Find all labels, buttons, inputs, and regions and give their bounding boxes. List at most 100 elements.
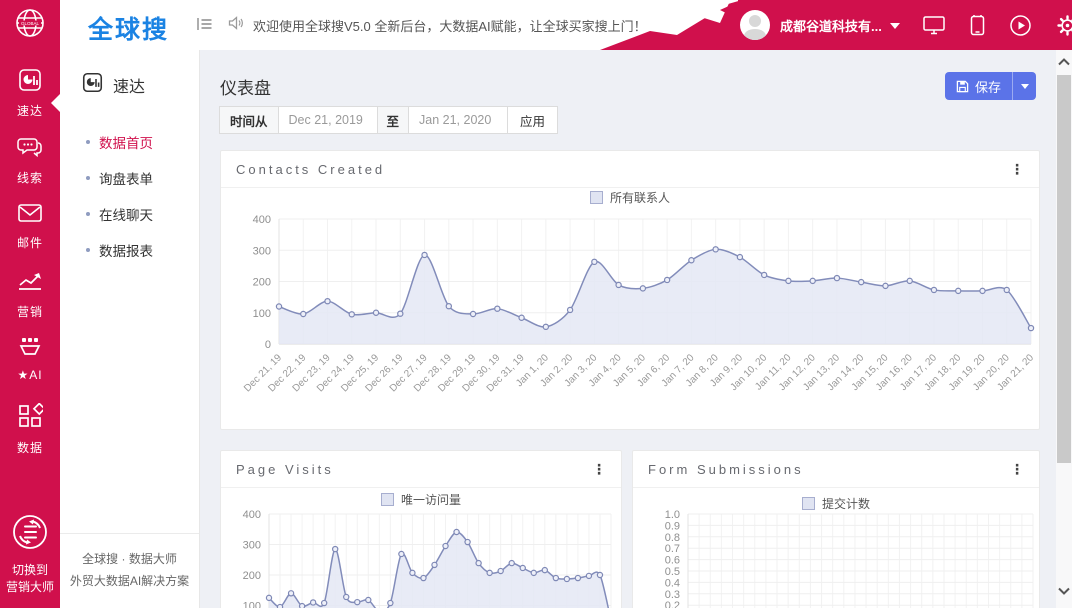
kebab-menu-icon[interactable]: ⋮ [592, 462, 606, 476]
svg-text:Jan 15, 20: Jan 15, 20 [850, 352, 891, 393]
scrollbar-thumb[interactable] [1057, 75, 1071, 463]
save-dropdown-button[interactable] [1012, 72, 1036, 100]
svg-text:Jan 16, 20: Jan 16, 20 [874, 352, 915, 393]
brand-logo-text: 全球搜 [88, 10, 169, 46]
save-button[interactable]: 保存 [945, 72, 1012, 100]
scroll-down-arrow[interactable] [1058, 582, 1070, 600]
form-submissions-card: Form Submissions ⋮ 提交计数 0.00.10.20.30.40… [632, 450, 1040, 608]
sidebar-item-leads[interactable]: 线索 [0, 135, 60, 202]
date-to-input[interactable] [408, 106, 508, 134]
svg-text:Jan 12, 20: Jan 12, 20 [777, 352, 818, 393]
sidebar-item-label: 数据 [17, 439, 43, 456]
svg-text:Jan 18, 20: Jan 18, 20 [923, 352, 964, 393]
submenu-item-data-home[interactable]: 数据首页 [60, 124, 199, 160]
company-dropdown[interactable]: 成都谷道科技有... [780, 16, 882, 35]
logo-area: GLOBAL [0, 0, 60, 50]
card-title: Form Submissions [648, 462, 804, 477]
svg-text:Jan 2, 20: Jan 2, 20 [538, 352, 575, 389]
kebab-menu-icon[interactable]: ⋮ [1010, 162, 1024, 176]
play-circle-icon[interactable] [1009, 14, 1032, 37]
svg-text:Dec 26, 19: Dec 26, 19 [363, 352, 405, 394]
sidebar-item-label: 线索 [17, 169, 43, 186]
scroll-up-arrow[interactable] [1058, 53, 1070, 71]
svg-text:Dec 27, 19: Dec 27, 19 [388, 352, 430, 394]
header-right: 成都谷道科技有... [724, 0, 1072, 50]
switch-label: 切换到营销大师 [6, 562, 54, 596]
robot-icon [17, 336, 43, 363]
mobile-icon[interactable] [970, 14, 985, 37]
chat-bubbles-icon [17, 135, 43, 164]
data-blocks-icon [17, 403, 43, 434]
submenu-item-data-reports[interactable]: 数据报表 [60, 232, 199, 268]
svg-text:Jan 10, 20: Jan 10, 20 [728, 352, 769, 393]
legend-checkbox[interactable] [802, 497, 815, 510]
svg-text:100: 100 [253, 308, 271, 320]
svg-text:Jan 19, 20: Jan 19, 20 [947, 352, 988, 393]
bullet-icon [86, 248, 90, 252]
page-visits-card: Page Visits ⋮ 唯一访问量 0100200300400 [220, 450, 622, 608]
trend-up-icon [17, 269, 43, 298]
sidebar-item-label: ★AI [17, 368, 42, 382]
submenu-footer: 全球搜 · 数据大师 外贸大数据AI解决方案 [60, 533, 199, 608]
svg-text:Jan 11, 20: Jan 11, 20 [753, 352, 794, 393]
switch-mode-button[interactable]: 切换到营销大师 [0, 513, 60, 596]
legend-checkbox[interactable] [590, 191, 603, 204]
trend-arrow-decoration [570, 0, 742, 50]
sidebar-item-mail[interactable]: 邮件 [0, 202, 60, 269]
user-avatar[interactable] [740, 10, 770, 40]
chevron-down-icon [1021, 84, 1029, 89]
chevron-down-icon[interactable] [890, 16, 900, 34]
pie-chart-icon [82, 72, 103, 98]
sidebar-item-data[interactable]: 数据 [0, 403, 60, 470]
svg-text:Dec 21, 19: Dec 21, 19 [242, 352, 284, 394]
save-split-button: 保存 [945, 72, 1036, 100]
chart-legend: 所有联系人 [221, 189, 1039, 206]
date-from-input[interactable] [278, 106, 378, 134]
active-item-notch [51, 94, 60, 112]
submenu-item-inquiry-forms[interactable]: 询盘表单 [60, 160, 199, 196]
date-to-label: 至 [377, 106, 410, 134]
bullet-icon [86, 140, 90, 144]
svg-text:Dec 30, 19: Dec 30, 19 [460, 352, 502, 394]
secondary-sidebar: 速达 数据首页 询盘表单 在线聊天 数据报表 全球搜 · 数据大师 外贸大数据A… [60, 50, 200, 608]
contacts-created-card: Contacts Created ⋮ 所有联系人 0100200300400De… [220, 150, 1040, 430]
footer-slogan-line: 外贸大数据AI解决方案 [66, 570, 193, 592]
pie-chart-icon [18, 68, 42, 97]
svg-text:0.8: 0.8 [665, 532, 680, 544]
legend-label: 所有联系人 [610, 189, 670, 206]
date-filter: 时间从 至 应用 [220, 106, 558, 134]
svg-text:Jan 9, 20: Jan 9, 20 [708, 352, 745, 389]
globe-logo-icon[interactable]: GLOBAL [13, 6, 47, 45]
bullet-icon [86, 212, 90, 216]
card-title: Contacts Created [236, 162, 385, 177]
svg-text:Jan 5, 20: Jan 5, 20 [611, 352, 648, 389]
submenu-header: 速达 [60, 50, 199, 98]
legend-label: 唯一访问量 [401, 491, 461, 508]
svg-text:0.2: 0.2 [665, 600, 680, 608]
sidebar-item-label: 营销 [17, 303, 43, 320]
submenu-item-online-chat[interactable]: 在线聊天 [60, 196, 199, 232]
desktop-icon[interactable] [922, 14, 946, 36]
svg-text:Jan 1, 20: Jan 1, 20 [514, 352, 551, 389]
svg-text:Dec 24, 19: Dec 24, 19 [315, 352, 357, 394]
date-from-label: 时间从 [219, 106, 279, 134]
svg-text:Dec 22, 19: Dec 22, 19 [266, 352, 308, 394]
primary-sidebar: 速达 线索 邮件 营销 [0, 50, 60, 608]
svg-text:100: 100 [243, 601, 261, 608]
svg-text:Jan 6, 20: Jan 6, 20 [635, 352, 672, 389]
svg-text:300: 300 [243, 540, 261, 552]
legend-checkbox[interactable] [381, 493, 394, 506]
legend-label: 提交计数 [822, 495, 870, 512]
main-content: 仪表盘 保存 时间从 至 应用 Contacts Created ⋮ [200, 50, 1056, 608]
sidebar-item-ai[interactable]: ★AI [0, 336, 60, 403]
sidebar-collapse-icon[interactable] [197, 17, 212, 36]
kebab-menu-icon[interactable]: ⋮ [1010, 462, 1024, 476]
gear-icon[interactable] [1056, 14, 1072, 37]
apply-button[interactable]: 应用 [507, 106, 558, 134]
svg-text:GLOBAL: GLOBAL [21, 21, 40, 26]
sidebar-item-marketing[interactable]: 营销 [0, 269, 60, 336]
svg-text:Jan 21, 20: Jan 21, 20 [995, 352, 1036, 393]
svg-text:0: 0 [265, 339, 271, 351]
svg-text:Dec 29, 19: Dec 29, 19 [436, 352, 478, 394]
sidebar-item-label: 邮件 [17, 234, 43, 251]
